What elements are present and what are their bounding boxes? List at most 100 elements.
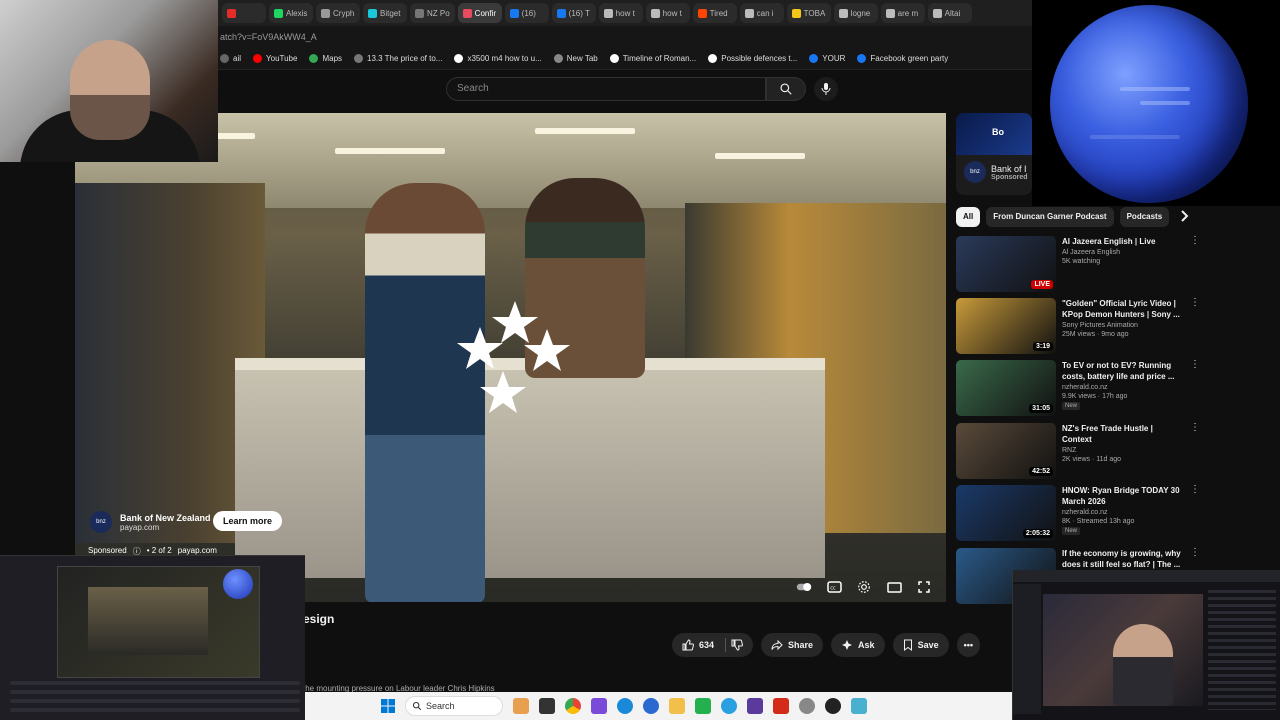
chevron-right-icon[interactable]: [1176, 208, 1192, 224]
recommendation-item[interactable]: 42:52 NZ's Free Trade Hustle | Context RNZ…: [956, 423, 1206, 481]
video-title-link[interactable]: Al Jazeera English | Live: [1062, 236, 1182, 247]
more-options-icon[interactable]: ⋮: [1188, 236, 1202, 250]
filter-chip[interactable]: All: [956, 207, 981, 227]
channel-name[interactable]: Al Jazeera English: [1062, 249, 1182, 256]
bookmark-favicon-icon: [609, 54, 619, 63]
browser-tab[interactable]: Alexis: [269, 3, 313, 23]
learn-more-button[interactable]: Learn more: [213, 511, 283, 531]
settings-app-icon[interactable]: [799, 698, 815, 714]
thumbs-down-icon[interactable]: [731, 639, 744, 651]
more-options-icon[interactable]: ⋮: [1188, 360, 1202, 374]
browser-tab[interactable]: NZ Po: [410, 3, 455, 23]
browser-tab[interactable]: (16): [504, 3, 549, 23]
more-options-icon[interactable]: ⋮: [1188, 423, 1202, 437]
bookmark-label: Maps: [322, 54, 343, 63]
browser-tab[interactable]: (16) T: [551, 3, 596, 23]
windows-start-icon[interactable]: [381, 699, 395, 713]
app-icon-blue[interactable]: [851, 698, 867, 714]
theater-mode-button[interactable]: [886, 580, 902, 594]
tab-favicon-icon: [932, 8, 942, 18]
bookmark-item[interactable]: Maps: [309, 54, 342, 63]
browser-tab[interactable]: Confir: [457, 3, 502, 23]
bookmark-item[interactable]: x3500 m4 how to u...: [454, 54, 542, 63]
recommendation-item[interactable]: 2:05:32 HNOW: Ryan Bridge TODAY 30 March …: [956, 485, 1206, 543]
video-player[interactable]: bnz Bank of New Zealand payap.com Learn …: [75, 113, 946, 602]
app-icon-purple[interactable]: [591, 698, 607, 714]
taskbar-search[interactable]: Search: [405, 696, 503, 716]
ask-button[interactable]: Ask: [831, 633, 885, 657]
channel-name[interactable]: Sony Pictures Animation: [1062, 322, 1182, 329]
recommendation-item[interactable]: 3:19 "Golden" Official Lyric Video | KPop…: [956, 298, 1206, 356]
channel-name[interactable]: nzherald.co.nz: [1062, 509, 1182, 516]
tab-favicon-icon: [885, 8, 895, 18]
video-thumbnail[interactable]: 42:52: [956, 423, 1056, 479]
tab-favicon-icon: [556, 8, 566, 18]
video-title-link[interactable]: "Golden" Official Lyric Video | KPop Dem…: [1062, 298, 1182, 320]
voice-search-button[interactable]: [814, 77, 838, 101]
tab-label: (16): [521, 8, 536, 18]
obs-icon[interactable]: [825, 698, 841, 714]
browser-tab[interactable]: can i: [739, 3, 784, 23]
browser-tab[interactable]: Altai: [927, 3, 972, 23]
browser-tab[interactable]: Bitget: [363, 3, 407, 23]
more-actions-button[interactable]: •••: [956, 633, 981, 657]
video-title-link[interactable]: HNOW: Ryan Bridge TODAY 30 March 2026: [1062, 485, 1182, 507]
video-title-link[interactable]: If the economy is growing, why does it s…: [1062, 548, 1182, 570]
telegram-icon[interactable]: [721, 698, 737, 714]
browser-tab[interactable]: are m: [880, 3, 925, 23]
address-bar[interactable]: atch?v=FoV9AkWW4_A: [218, 26, 1032, 48]
sponsored-card[interactable]: Bo bnz Bank of I Sponsored: [956, 113, 1032, 195]
duration-badge: 31:05: [1029, 404, 1053, 413]
share-button[interactable]: Share: [761, 633, 824, 657]
new-badge: New: [1062, 527, 1081, 535]
settings-button[interactable]: [856, 580, 872, 594]
channel-name[interactable]: nzherald.co.nz: [1062, 384, 1182, 391]
bookmark-item[interactable]: 13.3 The price of to...: [354, 54, 442, 63]
bookmark-item[interactable]: Facebook green party: [857, 54, 948, 63]
chrome-icon[interactable]: [565, 698, 581, 714]
bookmark-item[interactable]: Timeline of Roman...: [609, 54, 696, 63]
save-button[interactable]: Save: [892, 633, 949, 657]
filter-chip[interactable]: Podcasts: [1119, 207, 1170, 227]
channel-name[interactable]: RNZ: [1062, 447, 1182, 454]
autoplay-toggle[interactable]: [796, 580, 812, 594]
task-view-icon[interactable]: [539, 698, 555, 714]
video-title-link[interactable]: To EV or not to EV? Running costs, batte…: [1062, 360, 1182, 382]
more-options-icon[interactable]: ⋮: [1188, 298, 1202, 312]
bookmark-item[interactable]: Possible defences t...: [708, 54, 797, 63]
like-button[interactable]: 634: [672, 633, 754, 657]
browser-tab[interactable]: Tired: [692, 3, 737, 23]
search-input[interactable]: Search: [446, 77, 766, 101]
video-thumbnail[interactable]: LIVE: [956, 236, 1056, 292]
recommendation-item[interactable]: 31:05 To EV or not to EV? Running costs, …: [956, 360, 1206, 418]
chat-icon[interactable]: [695, 698, 711, 714]
filter-chip[interactable]: From Duncan Garner Podcast: [986, 207, 1114, 227]
app-icon-dark[interactable]: [747, 698, 763, 714]
browser-tab[interactable]: Cryph: [316, 3, 360, 23]
more-options-icon[interactable]: ⋮: [1188, 485, 1202, 499]
bookmark-item[interactable]: ail: [220, 54, 241, 63]
edge-beta-icon[interactable]: [643, 698, 659, 714]
browser-tab[interactable]: logne: [833, 3, 878, 23]
bookmark-item[interactable]: New Tab: [553, 54, 598, 63]
search-button[interactable]: [766, 77, 806, 101]
browser-tab[interactable]: how t: [598, 3, 643, 23]
thumbs-up-icon: [682, 639, 694, 651]
video-title-link[interactable]: NZ's Free Trade Hustle | Context: [1062, 423, 1182, 445]
captions-button[interactable]: cc: [826, 580, 842, 594]
video-thumbnail[interactable]: 2:05:32: [956, 485, 1056, 541]
browser-tab[interactable]: [222, 3, 266, 23]
fullscreen-button[interactable]: [916, 580, 932, 594]
bookmark-item[interactable]: YOUR: [809, 54, 845, 63]
widgets-icon[interactable]: [513, 698, 529, 714]
browser-tab[interactable]: TOBA: [786, 3, 831, 23]
recommendation-item[interactable]: LIVE Al Jazeera English | Live Al Jazeera …: [956, 236, 1206, 294]
browser-tab[interactable]: how t: [645, 3, 690, 23]
acrobat-icon[interactable]: [773, 698, 789, 714]
file-explorer-icon[interactable]: [669, 698, 685, 714]
bookmark-item[interactable]: YouTube: [253, 54, 297, 63]
edge-icon[interactable]: [617, 698, 633, 714]
more-options-icon[interactable]: ⋮: [1188, 548, 1202, 562]
video-thumbnail[interactable]: 3:19: [956, 298, 1056, 354]
video-thumbnail[interactable]: 31:05: [956, 360, 1056, 416]
